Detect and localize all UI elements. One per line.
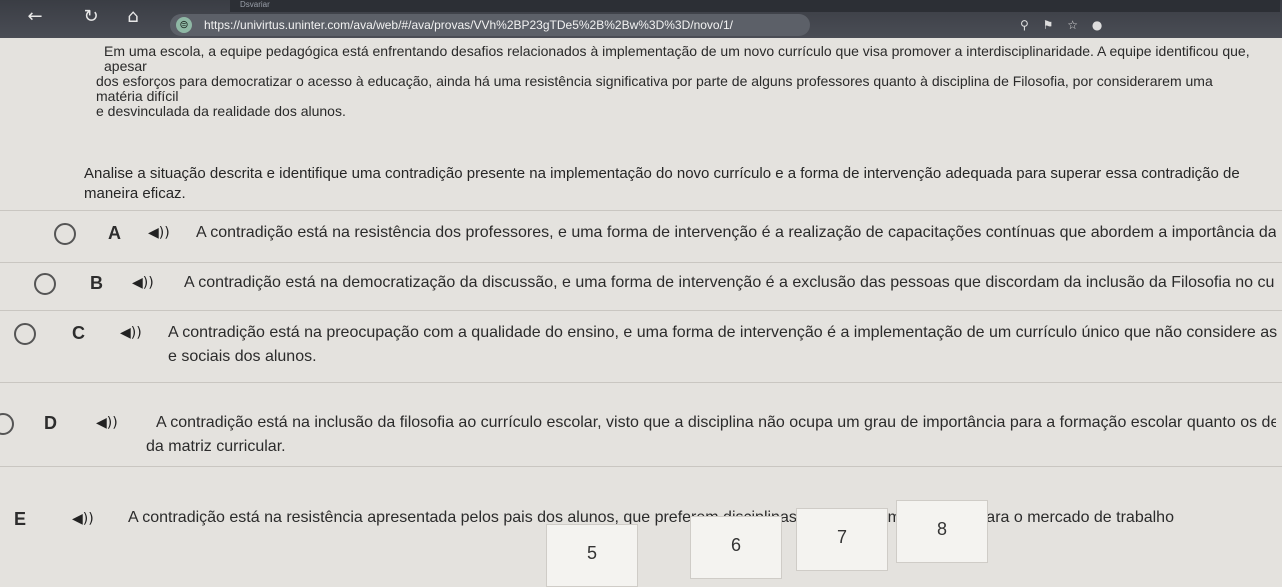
site-info-icon[interactable]: ⊜ <box>176 17 192 33</box>
extension-icon[interactable]: ⚲ <box>1020 18 1029 32</box>
back-icon[interactable]: ← <box>24 6 46 28</box>
page-button-6[interactable]: 6 <box>690 516 782 579</box>
reload-icon[interactable]: ↻ <box>80 6 102 28</box>
option-d[interactable]: D ◀)) A contradição está na inclusão da … <box>0 382 1282 467</box>
question-prompt: Analise a situação descrita e identifiqu… <box>84 165 1240 202</box>
context-line: e desvinculada da realidade dos alunos. <box>96 103 346 119</box>
exam-page: Em uma escola, a equipe pedagógica está … <box>0 38 1282 587</box>
speaker-icon[interactable]: ◀)) <box>120 324 142 342</box>
speaker-icon[interactable]: ◀)) <box>132 274 154 292</box>
option-text: A contradição está na resistência dos pr… <box>196 224 1276 241</box>
tab-title[interactable]: Dsvariar <box>240 0 270 9</box>
address-bar[interactable]: ⊜ https://univirtus.uninter.com/ava/web/… <box>170 14 810 36</box>
speaker-icon[interactable]: ◀)) <box>148 224 170 242</box>
home-icon[interactable]: ⌂ <box>122 6 144 28</box>
question-context: Em uma escola, a equipe pedagógica está … <box>96 44 1256 119</box>
option-letter: D <box>44 413 57 433</box>
option-letter: C <box>72 323 85 343</box>
option-text-continued: da matriz curricular. <box>146 438 286 455</box>
bookmark-star-icon[interactable]: ☆ <box>1067 18 1078 32</box>
radio-b[interactable] <box>34 273 56 295</box>
option-a[interactable]: A ◀)) A contradição está na resistência … <box>0 210 1282 263</box>
page-button-8[interactable]: 8 <box>896 500 988 563</box>
radio-d[interactable] <box>0 413 14 435</box>
url-text[interactable]: https://univirtus.uninter.com/ava/web/#/… <box>204 17 804 33</box>
option-text: A contradição está na preocupação com a … <box>168 324 1278 341</box>
page-button-5[interactable]: 5 <box>546 524 638 587</box>
option-letter: B <box>90 273 103 293</box>
option-letter: A <box>108 223 121 243</box>
tab-strip: Dsvariar <box>230 0 1280 12</box>
option-c[interactable]: C ◀)) A contradição está na preocupação … <box>0 310 1282 383</box>
page-button-7[interactable]: 7 <box>796 508 888 571</box>
speaker-icon[interactable]: ◀)) <box>72 510 94 528</box>
context-line: Em uma escola, a equipe pedagógica está … <box>104 43 1250 74</box>
profile-icon[interactable]: ● <box>1092 18 1102 32</box>
option-text: A contradição está na inclusão da filoso… <box>156 414 1276 431</box>
extension-icons: ⚲ ⚑ ☆ ● <box>1020 14 1260 36</box>
radio-a[interactable] <box>54 223 76 245</box>
option-text-continued: e sociais dos alunos. <box>168 348 317 365</box>
option-text: A contradição está na democratização da … <box>184 274 1274 291</box>
question-pagination: 5 6 7 8 <box>420 500 1000 587</box>
location-icon[interactable]: ⚑ <box>1043 18 1054 32</box>
speaker-icon[interactable]: ◀)) <box>96 414 118 432</box>
context-line: dos esforços para democratizar o acesso … <box>96 73 1213 104</box>
browser-toolbar: Dsvariar ← ↻ ⌂ ⊜ https://univirtus.unint… <box>0 0 1282 38</box>
option-letter: E <box>14 509 27 529</box>
radio-c[interactable] <box>14 323 36 345</box>
option-b[interactable]: B ◀)) A contradição está na democratizaç… <box>0 262 1282 311</box>
